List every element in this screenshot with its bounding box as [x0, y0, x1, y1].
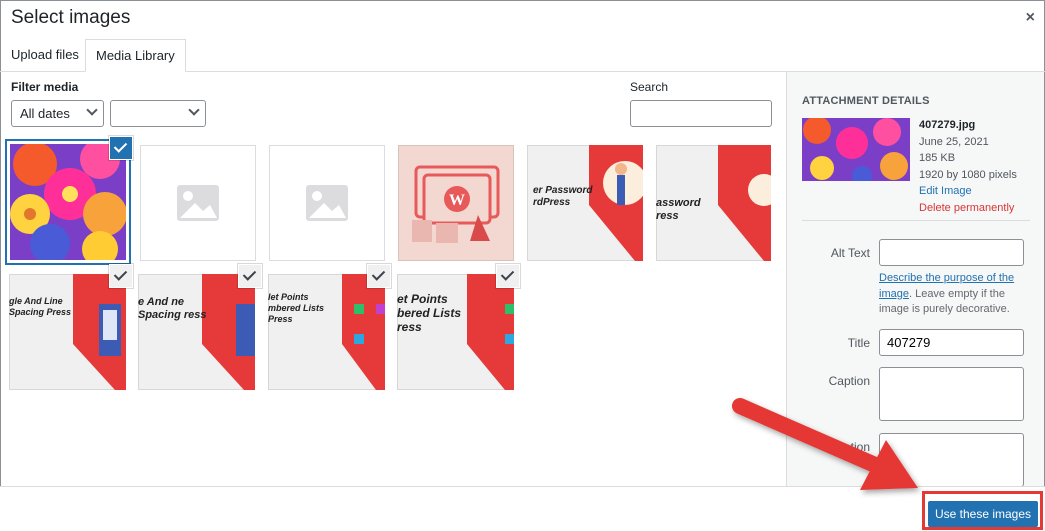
search-input[interactable]: [630, 100, 772, 127]
attachment-info: 407279.jpg June 25, 2021 185 KB 1920 by …: [919, 117, 1017, 216]
spacing-illustration: [73, 274, 126, 390]
attachment-details-sidebar: ATTACHMENT DETAILS 407279.jpg June 25, 2…: [786, 72, 1044, 486]
media-item-password-2[interactable]: assword ress: [656, 145, 771, 261]
thumb-caption: gle And Line Spacing Press: [9, 296, 72, 317]
image-placeholder-icon: [177, 185, 219, 221]
divider: [802, 220, 1030, 221]
delete-permanently-link[interactable]: Delete permanently: [919, 200, 1017, 217]
title-label: Title: [847, 336, 870, 350]
media-item-password-1[interactable]: er Password rdPress: [527, 145, 643, 261]
filter-media-label: Filter media: [11, 80, 79, 94]
wordpress-illustration: W: [412, 165, 500, 243]
media-item-bullets-1[interactable]: let Points mbered Lists Press: [268, 274, 385, 390]
attachment-date: June 25, 2021: [919, 135, 989, 148]
title-field[interactable]: [879, 329, 1024, 356]
attachment-size: 185 KB: [919, 152, 956, 164]
chevron-down-icon: [86, 104, 98, 116]
alt-text-description: Describe the purpose of the image. Leave…: [879, 271, 1029, 318]
media-item-spacing-2[interactable]: e And ne Spacing ress: [138, 274, 255, 390]
attachment-thumbnail: [802, 118, 910, 181]
modal-footer: [0, 486, 1045, 531]
svg-text:W: W: [449, 192, 465, 209]
thumb-caption: let Points mbered Lists Press: [268, 292, 325, 324]
check-icon[interactable]: [110, 265, 132, 287]
annotation-highlight-box: [922, 491, 1043, 530]
search-label: Search: [630, 80, 669, 94]
selected-check-icon[interactable]: [110, 137, 132, 159]
thumb-caption: et Points bered Lists ress: [397, 292, 462, 334]
thumb-caption: assword ress: [656, 197, 701, 222]
tab-bar: Upload files Media Library: [0, 39, 1045, 72]
thumb-caption: er Password rdPress: [533, 185, 593, 208]
media-item-placeholder[interactable]: [269, 145, 385, 261]
check-icon[interactable]: [368, 265, 390, 287]
caption-label: Caption: [828, 374, 870, 388]
description-label: ption: [843, 440, 870, 454]
media-item-flowers[interactable]: [8, 142, 128, 262]
close-icon[interactable]: ×: [1026, 9, 1035, 27]
thumb-caption: e And ne Spacing ress: [138, 296, 207, 321]
modal-title: Select images: [11, 7, 131, 28]
alt-text-label: Alt Text: [830, 246, 870, 260]
image-placeholder-icon: [306, 185, 348, 221]
edit-image-link[interactable]: Edit Image: [919, 183, 1017, 200]
flowers-image: [802, 118, 910, 181]
media-item-spacing-1[interactable]: gle And Line Spacing Press: [9, 274, 126, 390]
attachment-filename: 407279.jpg: [919, 119, 976, 131]
check-icon[interactable]: [239, 265, 261, 287]
attachment-dimensions: 1920 by 1080 pixels: [919, 168, 1017, 181]
check-icon[interactable]: [497, 265, 519, 287]
caption-field[interactable]: [879, 367, 1024, 421]
chevron-down-icon: [188, 104, 200, 116]
media-item-bullets-2[interactable]: et Points bered Lists ress: [397, 274, 514, 390]
spacing-illustration: [202, 274, 255, 390]
media-item-wordpress[interactable]: W: [398, 145, 514, 261]
tab-media-library[interactable]: Media Library: [85, 39, 186, 72]
tab-upload-files[interactable]: Upload files: [1, 39, 89, 72]
media-item-placeholder[interactable]: [140, 145, 256, 261]
type-filter-select[interactable]: [110, 100, 206, 127]
date-filter-select[interactable]: All dates: [11, 100, 104, 127]
description-field[interactable]: [879, 433, 1024, 486]
date-filter-value: All dates: [20, 106, 70, 121]
alt-text-field[interactable]: [879, 239, 1024, 266]
attachment-details-heading: ATTACHMENT DETAILS: [802, 95, 930, 107]
flowers-image: [10, 144, 126, 260]
